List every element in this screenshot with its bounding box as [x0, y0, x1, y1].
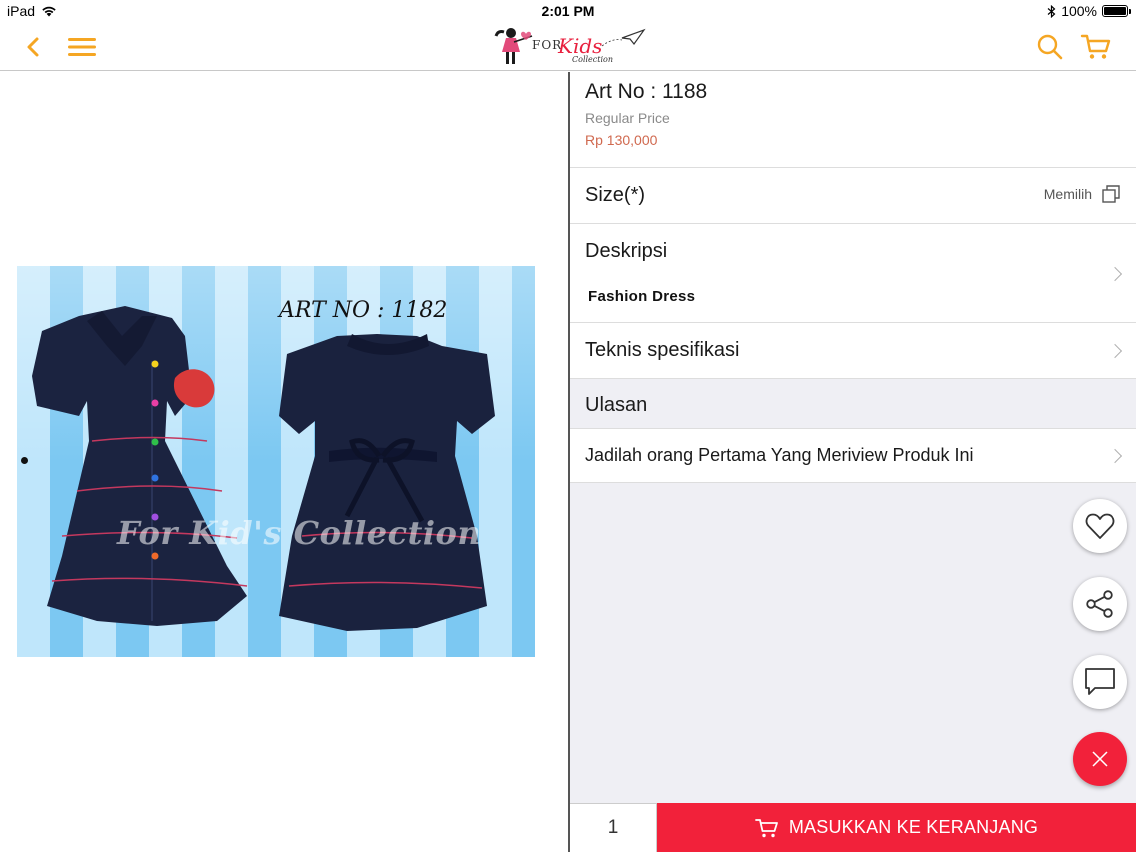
- chevron-right-icon: [1107, 266, 1123, 282]
- chevron-left-icon: [27, 37, 39, 57]
- product-art-label: ART NO : 1182: [279, 298, 448, 323]
- chat-icon: [1085, 668, 1115, 695]
- price-label: Regular Price: [585, 110, 670, 126]
- product-image-panel: ART NO : 1182 For Kid's Collection: [0, 72, 568, 852]
- write-review-row[interactable]: Jadilah orang Pertama Yang Meriview Prod…: [570, 429, 1136, 483]
- chat-button[interactable]: [1073, 655, 1127, 709]
- quantity-input[interactable]: 1: [570, 803, 657, 852]
- battery-fill: [1104, 7, 1126, 15]
- price-value: Rp 130,000: [585, 132, 658, 148]
- copy-icon: [1102, 185, 1120, 203]
- description-row[interactable]: Deskripsi Fashion Dress: [570, 224, 1136, 323]
- reviews-header-label: Ulasan: [585, 394, 648, 416]
- menu-button[interactable]: [66, 32, 98, 62]
- size-label: Size(*): [585, 184, 646, 206]
- add-to-cart-label: MASUKKAN KE KERANJANG: [788, 817, 1039, 837]
- cart-icon: [754, 818, 778, 837]
- search-icon: [1037, 34, 1063, 60]
- bluetooth-icon: [1047, 4, 1056, 18]
- logo-text-collection: Collection: [572, 55, 614, 64]
- status-right: 100%: [1047, 3, 1131, 19]
- back-button[interactable]: [17, 32, 49, 62]
- review-prompt: Jadilah orang Pertama Yang Meriview Prod…: [585, 445, 974, 465]
- reviews-header: Ulasan: [570, 379, 1136, 429]
- tech-spec-label: Teknis spesifikasi: [585, 339, 740, 361]
- product-photo: [17, 266, 535, 657]
- share-icon: [1086, 590, 1113, 618]
- status-bar: iPad 2:01 PM 100%: [0, 0, 1136, 22]
- size-select-action[interactable]: Memilih: [1044, 185, 1120, 203]
- share-button[interactable]: [1073, 577, 1127, 631]
- product-info: Art No : 1188 Regular Price Rp 130,000: [570, 72, 1136, 168]
- chevron-right-icon: [1107, 343, 1123, 359]
- product-watermark: For Kid's Collection: [117, 514, 482, 552]
- close-menu-button[interactable]: [1073, 732, 1127, 786]
- description-text: Fashion Dress: [588, 288, 696, 305]
- cart-icon: [1080, 34, 1111, 59]
- nav-bar: FOR Kids Collection: [0, 22, 1136, 71]
- wishlist-button[interactable]: [1073, 499, 1127, 553]
- search-button[interactable]: [1034, 32, 1066, 62]
- size-selector-row[interactable]: Size(*) Memilih: [570, 168, 1136, 224]
- heart-icon: [1085, 513, 1115, 539]
- image-page-indicator: [21, 457, 28, 464]
- description-label: Deskripsi: [585, 240, 668, 262]
- product-detail-panel: Art No : 1188 Regular Price Rp 130,000 S…: [570, 72, 1136, 852]
- product-image[interactable]: ART NO : 1182 For Kid's Collection: [17, 266, 535, 657]
- add-to-cart-button[interactable]: MASUKKAN KE KERANJANG: [657, 803, 1136, 852]
- chevron-right-icon: [1107, 448, 1123, 464]
- store-logo[interactable]: FOR Kids Collection: [494, 24, 650, 68]
- status-time: 2:01 PM: [541, 3, 595, 19]
- battery-icon: [1102, 5, 1131, 17]
- product-title: Art No : 1188: [585, 80, 708, 103]
- cart-bar: 1 MASUKKAN KE KERANJANG: [570, 803, 1136, 852]
- hamburger-icon: [68, 38, 96, 56]
- tech-spec-row[interactable]: Teknis spesifikasi: [570, 323, 1136, 379]
- cart-button[interactable]: [1080, 32, 1112, 62]
- close-icon: [1092, 751, 1108, 767]
- size-action-label: Memilih: [1043, 186, 1092, 202]
- battery-percent: 100%: [1061, 3, 1097, 19]
